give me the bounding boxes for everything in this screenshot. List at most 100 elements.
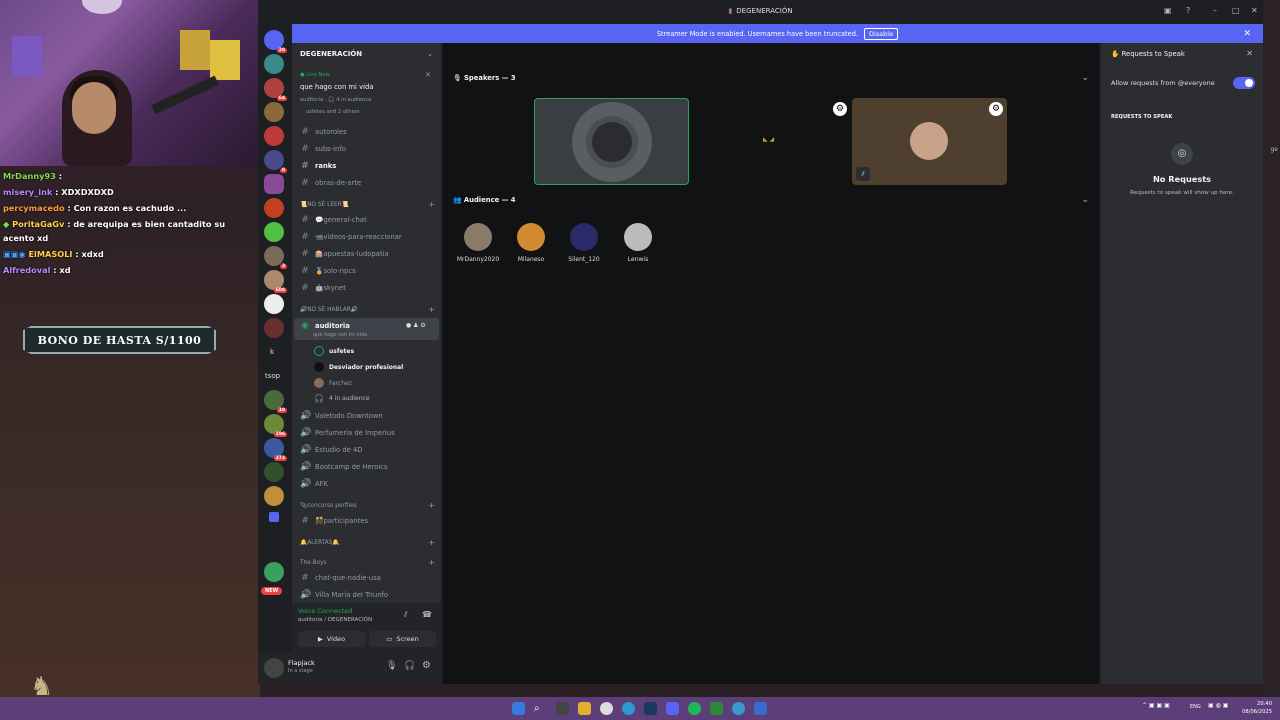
add-channel-icon[interactable]: + <box>428 538 435 547</box>
channel-obras-de-arte[interactable]: # obras-de-arte <box>300 178 361 188</box>
voice-location[interactable]: auditoria / DEGENERACIÓN <box>298 617 372 623</box>
live-stage-title[interactable]: que hago con mi vida <box>300 83 374 91</box>
audience-avatar[interactable] <box>570 223 598 251</box>
server-icon[interactable] <box>264 294 284 314</box>
chevron-down-icon[interactable]: ⌄ <box>427 50 433 58</box>
maximize-icon[interactable]: □ <box>1232 6 1240 15</box>
task-view-icon[interactable] <box>556 702 569 715</box>
discord-taskbar-icon[interactable] <box>666 702 679 715</box>
voice-channel[interactable]: 🔊 Bootcamp de Heroics <box>300 462 388 472</box>
inbox-icon[interactable]: ▣ <box>1164 6 1172 15</box>
category-concurso[interactable]: 📎concurso perfiles <box>300 503 357 509</box>
channel-videos[interactable]: # 📹videos-para-reaccionar <box>300 232 401 242</box>
speaker-tile[interactable]: ◣ ◢ ⚙ <box>693 98 848 185</box>
add-channel-icon[interactable]: + <box>428 200 435 209</box>
video-button[interactable]: ▶ Video <box>298 631 365 647</box>
server-icon[interactable]: 3 <box>264 246 287 269</box>
close-window-icon[interactable]: ✕ <box>1251 6 1258 15</box>
channel-autoroles[interactable]: # autoroles <box>300 127 347 137</box>
speakers-header[interactable]: 🎙 Speakers — 3 <box>453 74 516 82</box>
category-no-se-hablar[interactable]: 🔊NO SÉ HABLAR🔊 <box>300 307 358 313</box>
channel-skynet[interactable]: # 🤖skynet <box>300 283 346 293</box>
audience-avatar[interactable] <box>624 223 652 251</box>
server-icon[interactable] <box>264 54 284 74</box>
server-icon[interactable]: 19 <box>264 390 287 413</box>
server-text-icon[interactable]: k <box>270 348 274 356</box>
system-tray-icons[interactable]: ▣ ◍ ▣ <box>1208 702 1228 709</box>
direct-messages-icon[interactable]: 28 <box>264 30 287 53</box>
speaker-tile[interactable]: ⚙ ⫽ <box>852 98 1007 185</box>
category-no-se-leer[interactable]: 📜NO SÉ LEER📜 <box>300 202 349 208</box>
chevron-down-icon[interactable]: ⌄ <box>1081 195 1089 205</box>
channel-subs-info[interactable]: # subs-info <box>300 144 346 154</box>
close-banner-icon[interactable]: ✕ <box>1243 29 1251 39</box>
app-icon[interactable] <box>710 702 723 715</box>
audience-avatar[interactable] <box>517 223 545 251</box>
audience-avatar[interactable] <box>464 223 492 251</box>
spotify-icon[interactable] <box>688 702 701 715</box>
folder-icon[interactable] <box>269 512 279 522</box>
start-icon[interactable] <box>512 702 525 715</box>
server-icon[interactable] <box>264 318 284 338</box>
channel-solo-npcs[interactable]: # 🏅solo-npcs <box>300 266 355 276</box>
audience-header[interactable]: 👥 Audience — 4 <box>453 196 515 204</box>
category-alertas[interactable]: 🔔ALERTAS🔔 <box>300 540 340 546</box>
close-panel-icon[interactable]: ✕ <box>1246 49 1253 58</box>
steam-icon[interactable] <box>644 702 657 715</box>
server-icon[interactable] <box>264 102 284 122</box>
voice-channel[interactable]: 🔊 Villa María del Triunfo <box>300 590 388 600</box>
add-channel-icon[interactable]: + <box>428 501 435 510</box>
voice-channel[interactable]: 🔊 Perfumeria de Imperius <box>300 428 395 438</box>
server-icon[interactable] <box>264 198 284 218</box>
stage-audience-count[interactable]: 🎧 4 in audience <box>314 394 370 403</box>
stage-channel-auditoria[interactable]: ◉ auditoria <box>300 321 350 331</box>
tray-icons[interactable]: ⌃ ▣ ▣ ▣ <box>1142 702 1170 709</box>
app-icon[interactable] <box>754 702 767 715</box>
disconnect-icon[interactable]: ☎ <box>422 610 432 619</box>
edge-icon[interactable] <box>622 702 635 715</box>
server-text-icon[interactable]: tsop <box>265 372 280 380</box>
server-icon[interactable] <box>264 486 284 506</box>
username[interactable]: Flapjack <box>288 659 315 667</box>
stage-actions-icons[interactable]: ● ♟ ⚙ <box>406 322 426 329</box>
disable-button[interactable]: Disable <box>863 27 899 40</box>
microphone-icon[interactable]: 🎙 <box>386 661 397 671</box>
speaker-tile[interactable] <box>534 98 689 185</box>
server-icon[interactable]: 8 <box>264 150 287 173</box>
add-channel-icon[interactable]: + <box>428 558 435 567</box>
voice-channel[interactable]: 🔊 Valetodo Downtown <box>300 411 383 421</box>
channel-participantes[interactable]: # 🎊participantes <box>300 516 368 526</box>
avatar[interactable] <box>264 658 284 678</box>
channel-apuestas[interactable]: # 🎰apuestas-ludopatia <box>300 249 388 259</box>
channel-general-chat[interactable]: # 💬general-chat <box>300 215 366 225</box>
file-explorer-icon[interactable] <box>578 702 591 715</box>
add-channel-icon[interactable]: + <box>428 305 435 314</box>
minimize-icon[interactable]: – <box>1213 6 1217 15</box>
voice-channel[interactable]: 🔊 Estudio de 4D <box>300 445 363 455</box>
settings-gear-icon[interactable]: ⚙ <box>422 660 431 671</box>
voice-channel-afk[interactable]: 🔊 AFK <box>300 479 328 489</box>
noise-suppression-icon[interactable]: ⫽ <box>404 610 408 620</box>
server-icon[interactable] <box>264 222 284 242</box>
close-live-icon[interactable]: ✕ <box>425 71 431 79</box>
stage-member[interactable]: Farchez <box>314 378 352 388</box>
allow-requests-toggle[interactable] <box>1233 77 1255 89</box>
server-icon[interactable]: 373 <box>264 438 287 461</box>
server-name[interactable]: DEGENERACIÓN <box>300 50 362 58</box>
category-the-boys[interactable]: The Boys <box>300 560 327 566</box>
clock[interactable]: 20:40 08/06/2025 <box>1242 700 1272 716</box>
help-icon[interactable]: ? <box>1186 6 1190 15</box>
server-icon[interactable] <box>264 462 284 482</box>
server-icon[interactable] <box>264 126 284 146</box>
server-icon[interactable]: 608 <box>264 270 287 293</box>
server-icon[interactable]: 64 <box>264 78 287 101</box>
browser-icon[interactable] <box>732 702 745 715</box>
search-icon[interactable]: ⌕ <box>534 702 547 715</box>
chrome-icon[interactable] <box>600 702 613 715</box>
chevron-down-icon[interactable]: ⌄ <box>1081 73 1089 83</box>
screen-share-button[interactable]: ▭ Screen <box>369 631 436 647</box>
headphones-icon[interactable]: 🎧 <box>404 661 415 671</box>
channel-ranks[interactable]: # ranks <box>300 161 336 171</box>
server-icon[interactable]: 196 <box>264 414 287 437</box>
language-indicator[interactable]: ENG <box>1190 704 1201 710</box>
